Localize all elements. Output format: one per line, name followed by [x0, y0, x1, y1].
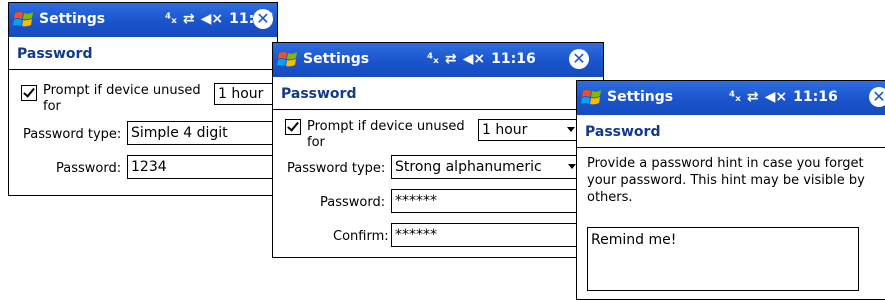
volume-mute-icon[interactable]: ◀× — [463, 51, 486, 67]
confirm-label: Confirm: — [333, 229, 389, 244]
prompt-label-for: for — [43, 99, 61, 114]
title-bar: Settings ⁴ₓ ⇄ ◀× 11:16 ✕ — [273, 43, 603, 77]
page-header: Password — [9, 37, 277, 70]
prompt-interval-dropdown[interactable]: 1 hour — [478, 119, 578, 141]
status-icons: ⁴ₓ ⇄ ◀× 11:16 — [421, 51, 536, 67]
app-title: Settings — [39, 11, 106, 27]
password-input[interactable]: ****** — [391, 189, 579, 213]
signal-off-icon[interactable]: ⁴ₓ — [427, 51, 439, 67]
clock-time[interactable]: 11:16 — [793, 89, 838, 105]
page-header: Password — [273, 77, 603, 110]
prompt-checkbox[interactable] — [21, 85, 37, 101]
chevron-down-icon[interactable] — [567, 127, 575, 132]
signal-off-icon[interactable]: ⁴ₓ — [729, 89, 741, 105]
chevron-down-icon[interactable] — [568, 164, 576, 169]
settings-window-simple: Settings ⁴ₓ ⇄ ◀× 11:16 ✕ Password Prompt if… — [8, 2, 278, 196]
password-type-dropdown[interactable]: Strong alphanumeric — [391, 155, 579, 179]
hint-instructions-line-2: your password. This hint may be visible … — [587, 173, 865, 188]
prompt-label: Prompt if device unused — [43, 83, 201, 98]
signal-off-icon[interactable]: ⁴ₓ — [165, 11, 177, 27]
page-header: Password — [577, 115, 885, 148]
close-button[interactable]: ✕ — [869, 87, 885, 107]
close-button[interactable]: ✕ — [569, 49, 589, 69]
sync-icon[interactable]: ⇄ — [445, 51, 457, 67]
sync-icon[interactable]: ⇄ — [183, 11, 195, 27]
close-button[interactable]: ✕ — [253, 9, 273, 29]
password-label: Password: — [56, 161, 122, 176]
hint-instructions-line-1: Provide a password hint in case you forg… — [587, 156, 864, 171]
settings-window-hint: Settings ⁴ₓ ⇄ ◀× 11:16 ✕ Password Provide a… — [576, 80, 885, 300]
app-title: Settings — [303, 51, 370, 67]
hint-instructions-line-3: others. — [587, 190, 633, 205]
password-type-value: Strong alphanumeric — [395, 159, 542, 175]
prompt-label: Prompt if device unused — [307, 119, 465, 134]
sync-icon[interactable]: ⇄ — [747, 89, 759, 105]
password-type-value: Simple 4 digit — [131, 125, 228, 141]
password-type-label: Password type: — [287, 161, 386, 176]
clock-time[interactable]: 11:16 — [491, 51, 536, 67]
password-value: ****** — [395, 193, 437, 209]
password-hint-value: Remind me! — [591, 232, 677, 248]
prompt-label-for: for — [307, 135, 325, 150]
title-bar: Settings ⁴ₓ ⇄ ◀× 11:16 ✕ — [577, 81, 885, 115]
settings-window-strong: Settings ⁴ₓ ⇄ ◀× 11:16 ✕ Password Prompt if… — [272, 42, 604, 258]
password-input[interactable]: 1234 — [127, 155, 277, 179]
prompt-interval-value: 1 hour — [218, 86, 264, 102]
password-value: 1234 — [131, 159, 167, 175]
prompt-checkbox[interactable] — [285, 119, 301, 135]
password-hint-textarea[interactable]: Remind me! — [587, 227, 859, 291]
password-type-dropdown[interactable]: Simple 4 digit — [127, 121, 277, 145]
page-title: Password — [585, 124, 661, 140]
windows-logo-icon[interactable] — [277, 50, 299, 70]
windows-logo-icon[interactable] — [581, 88, 603, 108]
password-type-label: Password type: — [23, 127, 122, 142]
password-label: Password: — [320, 195, 386, 210]
page-title: Password — [281, 86, 357, 102]
title-bar: Settings ⁴ₓ ⇄ ◀× 11:16 ✕ — [9, 3, 277, 37]
prompt-interval-dropdown[interactable]: 1 hour — [214, 83, 277, 105]
volume-mute-icon[interactable]: ◀× — [765, 89, 788, 105]
status-icons: ⁴ₓ ⇄ ◀× 11:16 — [723, 89, 838, 105]
windows-logo-icon[interactable] — [13, 10, 35, 30]
confirm-value: ****** — [395, 227, 437, 243]
prompt-interval-value: 1 hour — [482, 122, 528, 138]
volume-mute-icon[interactable]: ◀× — [201, 11, 224, 27]
page-title: Password — [17, 46, 93, 62]
app-title: Settings — [607, 89, 674, 105]
confirm-input[interactable]: ****** — [391, 223, 579, 247]
